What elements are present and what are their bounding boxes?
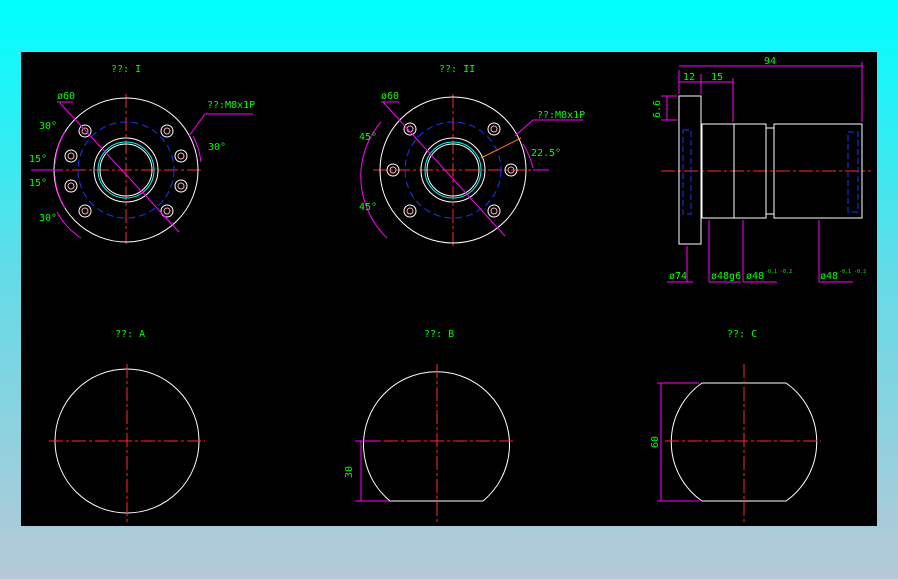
bolt-hole <box>487 204 501 218</box>
side-dim-d74: ø74 <box>669 271 687 282</box>
bolt-hole <box>487 122 501 136</box>
view-i-angle-15-a: 15° <box>29 154 47 165</box>
side-flange-hidden <box>682 129 692 215</box>
view-i-thread-label: ??:M8x1P <box>207 100 255 111</box>
view-i: ??: I ø60 ??:M8x1P 30° 15° 15° 30° 30° <box>29 64 255 244</box>
view-ii-title: ??: II <box>439 64 475 75</box>
bolt-hole <box>174 149 188 163</box>
bolt-hole <box>78 204 92 218</box>
view-i-angle-30-top: 30° <box>39 121 57 132</box>
view-i-title: ??: I <box>111 64 141 75</box>
bolt-hole <box>174 179 188 193</box>
view-a-title: ??: A <box>115 329 145 340</box>
view-b-title: ??: B <box>424 329 454 340</box>
bolt-hole-core <box>163 207 171 215</box>
side-dim-94: 94 <box>764 56 776 67</box>
bolt-hole <box>64 149 78 163</box>
view-i-diameter-label: ø60 <box>57 91 75 102</box>
side-dim-12: 12 <box>683 72 695 83</box>
side-dim-15: 15 <box>711 72 723 83</box>
view-ii: ??: II ø60 ??:M8x1P 45° 45° 22.5° <box>359 64 585 248</box>
side-dim-d48g6: ø48g6 <box>711 271 741 282</box>
bolt-hole-core <box>490 125 498 133</box>
bolt-hole-core <box>406 207 414 215</box>
bolt-hole <box>160 204 174 218</box>
side-view: 94 12 15 6.6 ø74 ø48g6 ø48 -0.1 -0.2 ø48… <box>652 56 871 283</box>
bolt-hole-core <box>67 182 75 190</box>
side-dim-d48-a-tol: -0.1 -0.2 <box>765 269 792 275</box>
view-c-dimensions <box>657 382 699 502</box>
bolt-hole <box>64 179 78 193</box>
bolt-hole-core <box>177 152 185 160</box>
side-dim-d48-b-tol: -0.1 -0.2 <box>839 269 866 275</box>
view-a: ??: A <box>49 329 205 522</box>
side-dim-d48-a: ø48 <box>746 271 764 282</box>
view-ii-angle-45-bottom: 45° <box>359 202 377 213</box>
bolt-hole <box>160 124 174 138</box>
view-ii-angle-45-top: 45° <box>359 132 377 143</box>
view-ii-angle-22-5: 22.5° <box>531 148 561 159</box>
view-ii-thread-label: ??:M8x1P <box>537 110 585 121</box>
view-b-dimensions <box>355 440 389 502</box>
bolt-hole-core <box>490 207 498 215</box>
bolt-hole-core <box>81 207 89 215</box>
cad-drawing-canvas[interactable]: ??: I ø60 ??:M8x1P 30° 15° 15° 30° 30° ?… <box>21 52 877 526</box>
drawing-svg: ??: I ø60 ??:M8x1P 30° 15° 15° 30° 30° ?… <box>29 56 871 522</box>
bolt-hole <box>403 204 417 218</box>
view-b-dim-30: 30 <box>344 466 355 478</box>
view-ii-leader <box>480 137 522 159</box>
side-body-hidden <box>847 131 859 213</box>
view-i-angle-30-right: 30° <box>208 142 226 153</box>
view-c-dim-60: 60 <box>650 436 661 448</box>
bolt-hole-core <box>177 182 185 190</box>
view-i-angle-15-b: 15° <box>29 178 47 189</box>
side-dim-6-6: 6.6 <box>652 100 663 118</box>
view-c: ??: C 60 <box>650 329 821 522</box>
bolt-hole-core <box>67 152 75 160</box>
bolt-hole-core <box>163 127 171 135</box>
bolt-hole <box>403 122 417 136</box>
side-dim-d48-b: ø48 <box>820 271 838 282</box>
view-c-title: ??: C <box>727 329 757 340</box>
view-i-angle-30-bottom: 30° <box>39 213 57 224</box>
side-flange <box>678 95 702 245</box>
view-ii-diameter-label: ø60 <box>381 91 399 102</box>
view-b: ??: B 30 <box>344 329 515 522</box>
